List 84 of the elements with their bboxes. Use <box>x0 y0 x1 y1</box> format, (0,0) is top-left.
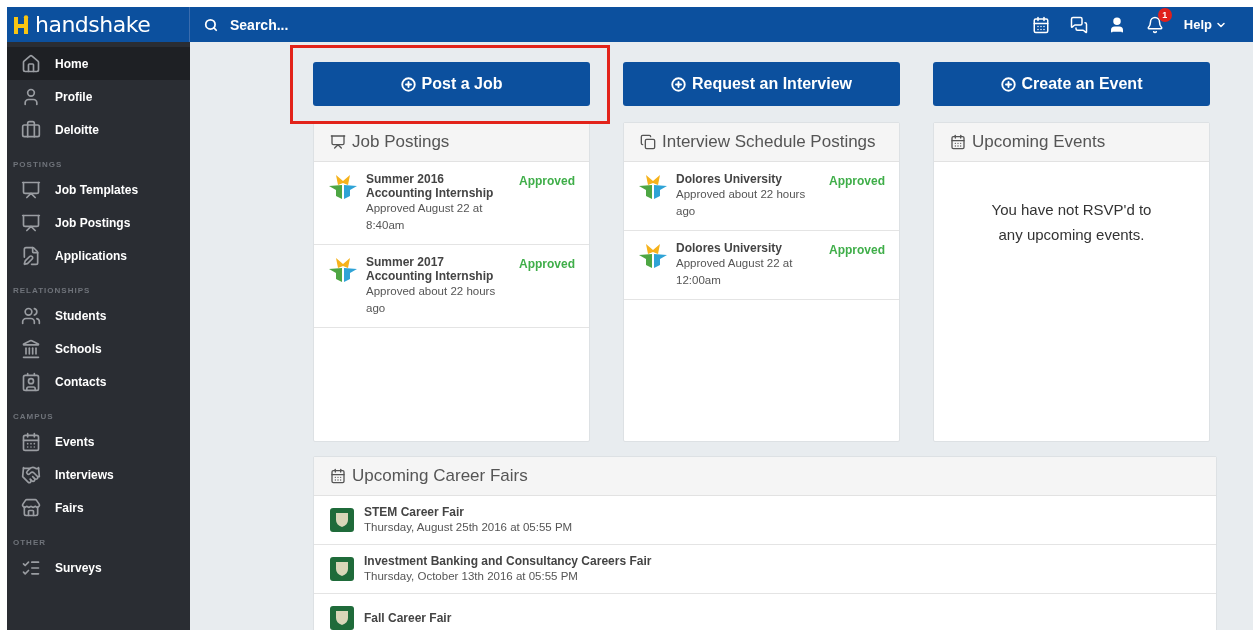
fair-name: Investment Banking and Consultancy Careers Fair <box>364 554 652 569</box>
sidebar-item[interactable]: Deloitte <box>7 113 190 146</box>
section-label: CAMPUS <box>12 411 55 423</box>
search-icon <box>204 17 218 32</box>
status-label: Approved <box>519 256 575 273</box>
status-label: Approved <box>829 242 885 259</box>
plus-icon <box>400 76 416 92</box>
card-title: Upcoming Career Fairs <box>352 466 528 486</box>
notification-icon[interactable] <box>1145 15 1164 34</box>
posting-title: Dolores University <box>676 172 784 186</box>
posting-title: Dolores University <box>676 241 784 255</box>
house-icon <box>21 53 41 74</box>
fair-item[interactable]: Fall Career Fair <box>314 594 1216 630</box>
form-icon <box>21 245 41 266</box>
sidebar-item[interactable]: Students <box>7 299 190 332</box>
sidebar-item[interactable]: Events <box>7 425 190 458</box>
posting-detail: Approved August 22 at 12:00am <box>676 256 794 288</box>
card-title: Job Postings <box>352 132 450 152</box>
status-label: Approved <box>519 173 575 190</box>
contacts-icon <box>21 371 41 392</box>
company-logo-icon <box>638 172 668 202</box>
status-label: Approved <box>829 173 885 190</box>
sidebar-item[interactable]: Profile <box>7 80 190 113</box>
company-logo-icon <box>328 255 358 285</box>
presentation-board-icon <box>21 212 41 233</box>
fair-item[interactable]: Investment Banking and Consultancy Careers Fair Thursday, October 13th 2016 at 05:55 PM <box>314 545 1216 594</box>
action-button[interactable]: Post a Job <box>313 62 590 106</box>
sidebar-item[interactable]: Fairs <box>7 491 190 524</box>
fair-name: STEM Career Fair <box>364 505 466 520</box>
sidebar-item[interactable]: Job Templates <box>7 173 190 206</box>
sidebar-item[interactable]: Job Postings <box>7 206 190 239</box>
section-label: RELATIONSHIPS <box>12 285 92 297</box>
sidebar-item[interactable]: Schools <box>7 332 190 365</box>
posting-detail: Approved August 22 at 8:40am <box>366 201 484 233</box>
sidebar-item[interactable]: Contacts <box>7 365 190 398</box>
school-logo-icon <box>330 606 354 630</box>
logo-icon <box>13 14 31 35</box>
sidebar-item[interactable]: Applications <box>7 239 190 272</box>
calendar-icon <box>950 134 966 150</box>
posting-item[interactable]: Summer 2017 Accounting Internship Approved about 22 hours ago Approved <box>314 245 589 328</box>
posting-title: Summer 2016 Accounting Internship <box>366 172 495 200</box>
presentation-board-icon <box>21 179 41 200</box>
plus-icon <box>670 76 686 92</box>
posting-item[interactable]: Dolores University Approved about 22 hours ago Approved <box>624 162 899 231</box>
calendar-icon[interactable] <box>1031 15 1050 34</box>
plus-icon <box>1000 76 1016 92</box>
section-label: OTHER <box>12 537 47 549</box>
posting-detail: Approved about 22 hours ago <box>366 284 497 316</box>
school-logo-icon <box>330 508 354 532</box>
search-field[interactable]: Search... <box>228 15 432 34</box>
presentation-board-icon <box>330 134 346 150</box>
card-title: Interview Schedule Postings <box>662 132 876 152</box>
logo-text: handshake <box>35 12 151 37</box>
person-icon <box>21 86 41 107</box>
action-button[interactable]: Create an Event <box>933 62 1210 106</box>
posting-detail: Approved about 22 hours ago <box>676 187 807 219</box>
sidebar-item[interactable]: Interviews <box>7 458 190 491</box>
help-menu[interactable]: Help <box>1183 17 1227 32</box>
copy-icon <box>640 134 656 150</box>
posting-item[interactable]: Dolores University Approved August 22 at 12:00am Approved <box>624 231 899 300</box>
card-title: Upcoming Events <box>972 132 1106 152</box>
bank-icon <box>21 338 41 359</box>
posting-title: Summer 2017 Accounting Internship <box>366 255 495 283</box>
store-icon <box>21 497 41 518</box>
fair-item[interactable]: STEM Career Fair Thursday, August 25th 2016 at 05:55 PM <box>314 496 1216 545</box>
action-button[interactable]: Request an Interview <box>623 62 900 106</box>
school-logo-icon <box>330 557 354 581</box>
notification-badge: 1 <box>1157 7 1172 22</box>
fair-date: Thursday, October 13th 2016 at 05:55 PM <box>364 569 579 584</box>
calendar-icon <box>330 468 346 484</box>
company-logo-icon <box>328 172 358 202</box>
chat-icon[interactable] <box>1069 15 1088 34</box>
handshake-icon <box>21 464 41 485</box>
calendar-icon <box>21 431 41 452</box>
fair-date: Thursday, August 25th 2016 at 05:55 PM <box>364 520 573 535</box>
sidebar-item[interactable]: Surveys <box>7 551 190 584</box>
sidebar-item[interactable]: Home <box>7 47 190 80</box>
company-logo-icon <box>638 241 668 271</box>
fair-name: Fall Career Fair <box>364 610 452 626</box>
empty-message: You have not RSVP'd to any upcoming events. <box>990 200 1153 245</box>
group-icon <box>21 305 41 326</box>
section-label: POSTINGS <box>12 159 64 171</box>
posting-item[interactable]: Summer 2016 Accounting Internship Approved August 22 at 8:40am Approved <box>314 162 589 245</box>
briefcase-icon <box>21 119 41 140</box>
